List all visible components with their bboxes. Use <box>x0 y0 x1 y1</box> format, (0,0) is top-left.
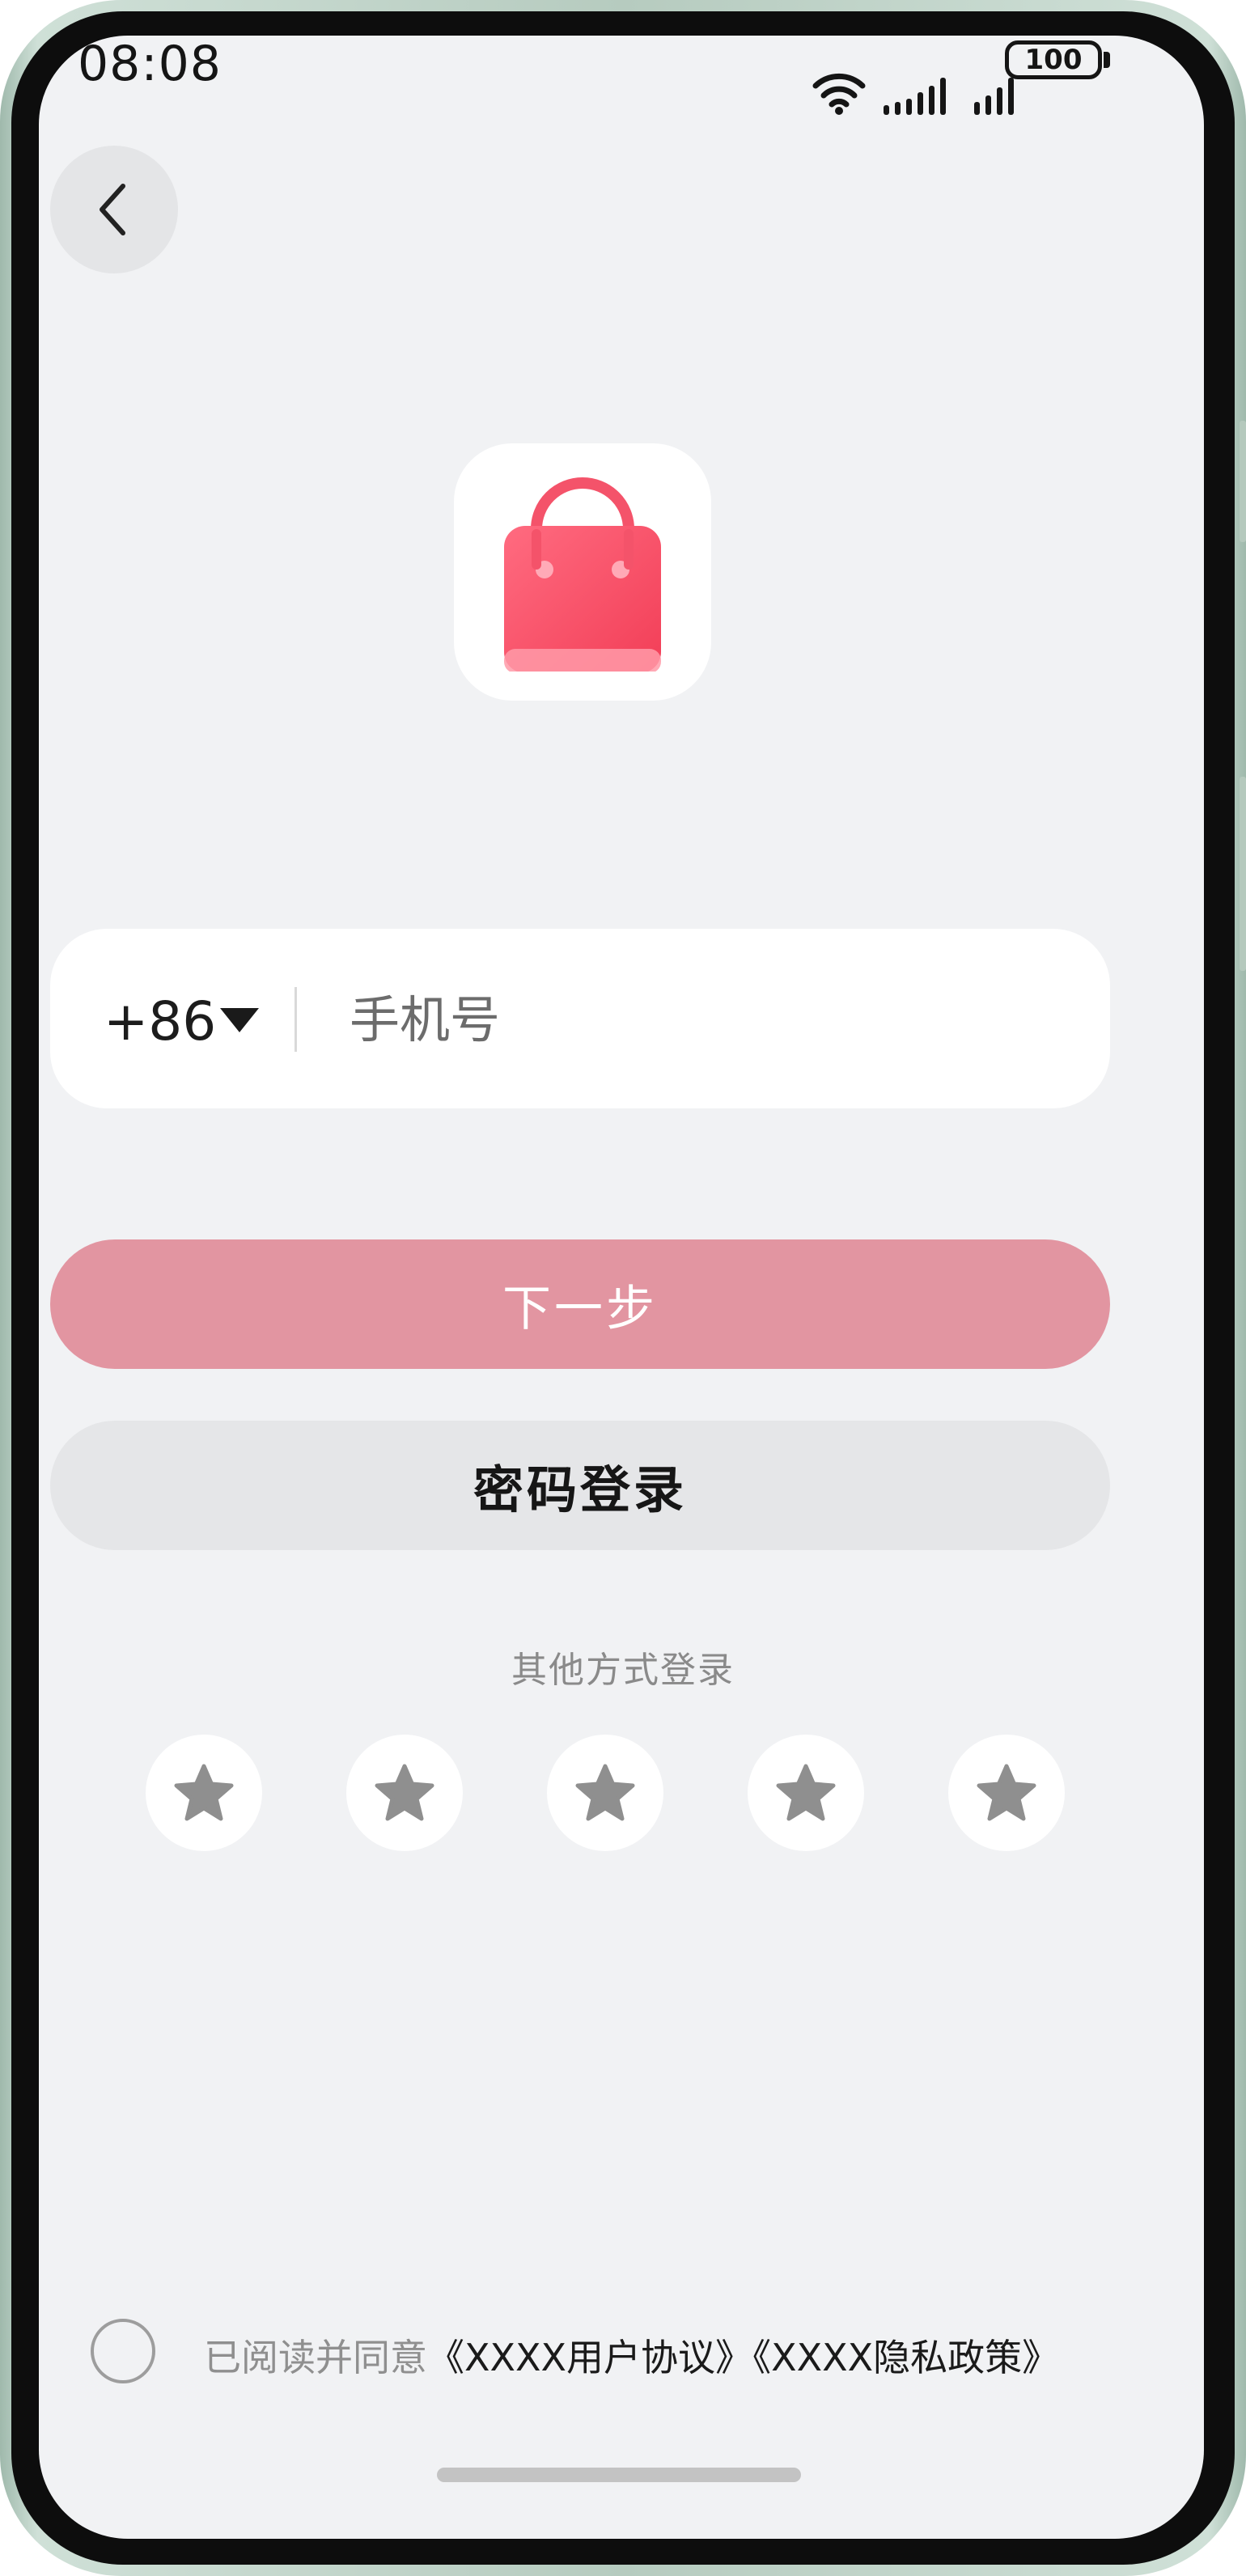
social-login-button-5[interactable] <box>948 1735 1065 1851</box>
social-login-button-1[interactable] <box>146 1735 262 1851</box>
agreement-checkbox[interactable] <box>91 2319 155 2383</box>
battery-level: 100 <box>1024 44 1083 76</box>
next-step-button[interactable]: 下一步 <box>50 1239 1110 1369</box>
star-icon <box>776 1764 836 1821</box>
back-button[interactable] <box>50 146 178 273</box>
country-code-selector[interactable]: +86 <box>104 990 216 1053</box>
app-logo <box>454 443 711 701</box>
social-login-button-4[interactable] <box>748 1735 864 1851</box>
other-login-label: 其他方式登录 <box>511 1650 735 1691</box>
star-icon <box>174 1764 234 1821</box>
chevron-left-icon <box>100 184 125 235</box>
star-icon <box>375 1764 434 1821</box>
cellular-signal-2-icon <box>974 76 1023 115</box>
battery-icon: 100 <box>1005 40 1102 79</box>
volume-button <box>1240 421 1246 542</box>
social-login-button-3[interactable] <box>547 1735 663 1851</box>
status-time: 08:08 <box>78 36 222 92</box>
battery-tip <box>1104 52 1110 68</box>
dropdown-arrow-icon[interactable] <box>220 1008 259 1032</box>
agreement-prefix: 已阅读并同意 <box>204 2336 427 2379</box>
agreement-text: 已阅读并同意《XXXX用户协议》《XXXX隐私政策》 <box>204 2328 1059 2382</box>
password-login-button[interactable]: 密码登录 <box>50 1421 1110 1550</box>
cellular-signal-icon <box>884 76 956 115</box>
privacy-policy-link[interactable]: 《XXXX隐私政策》 <box>752 2336 1059 2379</box>
divider <box>295 987 297 1052</box>
star-icon <box>575 1764 635 1821</box>
power-button <box>1240 777 1246 971</box>
user-agreement-link[interactable]: 《XXXX用户协议》 <box>427 2336 752 2379</box>
star-icon <box>977 1764 1036 1821</box>
social-login-button-2[interactable] <box>346 1735 463 1851</box>
phone-number-input[interactable] <box>348 971 1079 1068</box>
home-indicator[interactable] <box>437 2468 801 2482</box>
shopping-bag-icon <box>504 477 661 672</box>
wifi-icon <box>812 70 866 115</box>
